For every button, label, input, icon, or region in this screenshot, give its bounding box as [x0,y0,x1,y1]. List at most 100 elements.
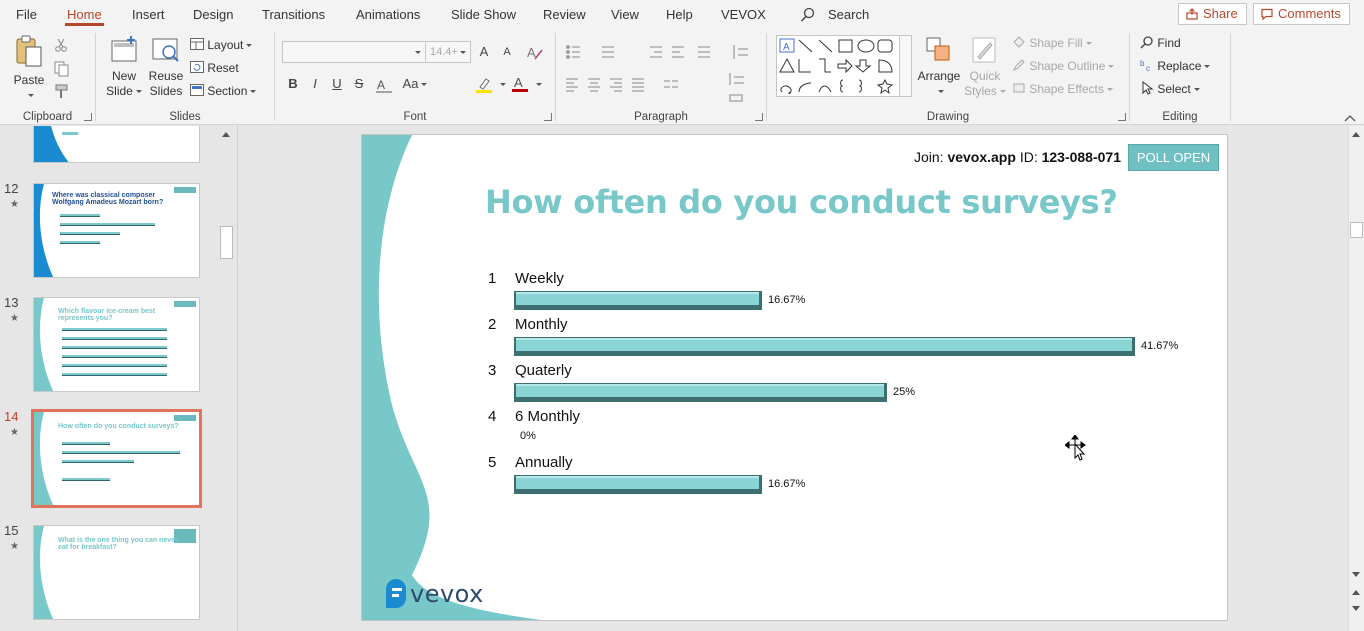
cut-icon[interactable] [54,38,68,52]
shape-effects-button[interactable]: Shape Effects [1012,79,1113,99]
slide-thumbnail-11[interactable] [33,126,200,163]
select-button[interactable]: Select [1140,79,1200,99]
paint-bucket-icon [1013,36,1025,48]
animation-star-icon: ★ [10,199,19,210]
slide-thumbnail-14[interactable]: How often do you conduct surveys? [31,409,202,508]
tab-slide-show[interactable]: Slide Show [449,0,518,29]
reset-label: Reset [207,61,239,75]
tab-review[interactable]: Review [541,0,588,29]
quick-styles-button[interactable]: Quick Styles [963,35,1007,99]
paragraph-launcher-icon[interactable] [755,113,763,121]
shapes-gallery-icon: A [779,38,894,95]
animation-star-icon: ★ [10,427,19,438]
reuse-slides-button[interactable]: Reuse Slides [146,35,186,99]
character-spacing-icon[interactable]: A [375,77,393,93]
scroll-up-icon[interactable] [1352,132,1360,137]
next-slide-icon[interactable] [1352,606,1360,611]
thumbnail-scrollbar[interactable] [219,126,234,631]
tab-animations[interactable]: Animations [354,0,422,29]
share-button[interactable]: Share [1178,3,1247,25]
tab-vevox[interactable]: VEVOX [719,0,768,29]
clear-formatting-icon[interactable]: A [526,44,544,60]
slides-group-label: Slides [169,111,201,123]
slide-title: How often do you conduct surveys? [485,183,1118,221]
change-case-button[interactable]: Aa [400,73,430,95]
paste-button[interactable]: Paste [8,35,50,103]
format-painter-icon[interactable] [54,84,70,100]
scroll-down-icon[interactable] [1352,572,1360,577]
replace-button[interactable]: bc Replace [1140,56,1211,76]
slide-thumbnail-12[interactable]: Where was classical composer Wolfgang Am… [33,183,200,278]
share-label: Share [1203,6,1238,21]
shrink-font-label: A [503,46,511,58]
shrink-font-button[interactable]: A [497,41,517,63]
scrollbar-thumb[interactable] [220,226,233,259]
chevron-down-icon[interactable] [500,83,506,86]
tab-view[interactable]: View [609,0,641,29]
find-button[interactable]: Find [1140,33,1181,53]
highlight-icon[interactable] [475,76,495,94]
tab-insert[interactable]: Insert [130,0,167,29]
chevron-down-icon [937,90,944,94]
shape-fill-button[interactable]: Shape Fill [1012,33,1092,53]
font-size-combo[interactable]: 14.4+ [425,41,471,63]
effects-icon [1013,83,1025,93]
shapes-gallery[interactable]: A [776,35,912,97]
clipboard-launcher-icon[interactable] [84,113,92,121]
svg-text:c: c [1146,64,1150,72]
paste-label: Paste [13,73,45,87]
gallery-scroll[interactable] [899,36,911,96]
join-id-label: ID: [1019,149,1038,165]
reset-button[interactable]: Reset [190,58,239,78]
tab-home[interactable]: Home [65,0,104,29]
chevron-down-icon[interactable] [536,83,542,86]
underline-button[interactable]: U [327,73,347,95]
font-color-icon[interactable]: A [511,75,529,93]
move-cursor-icon [1065,435,1086,461]
section-button[interactable]: Section [190,81,257,101]
chevron-down-icon [250,90,257,94]
result-percentage: 16.67% [768,478,806,490]
arrange-button[interactable]: Arrange [917,35,961,99]
paragraph-tools-icon[interactable] [564,43,764,103]
shape-outline-button[interactable]: Shape Outline [1012,56,1115,76]
tab-help[interactable]: Help [664,0,695,29]
collapse-ribbon-icon[interactable] [1344,114,1356,122]
font-family-combo[interactable] [282,41,426,63]
previous-slide-icon[interactable] [1352,590,1360,595]
drawing-launcher-icon[interactable] [1118,113,1126,121]
italic-button[interactable]: I [305,73,325,95]
option-number: 3 [488,362,497,379]
option-label: Annually [515,454,573,471]
option-label: Quaterly [515,362,572,379]
tab-file[interactable]: File [14,0,39,29]
scrollbar-thumb[interactable] [1350,222,1363,238]
tab-transitions[interactable]: Transitions [260,0,327,29]
section-icon [190,84,204,96]
editor-scrollbar[interactable] [1348,126,1364,631]
comments-label: Comments [1278,6,1341,21]
slide-thumbnail-15[interactable]: What is the one thing you can never eat … [33,525,200,620]
copy-icon[interactable] [54,61,70,77]
bold-button[interactable]: B [283,73,303,95]
scroll-up-icon[interactable] [222,132,230,137]
share-icon [1186,8,1198,20]
comments-button[interactable]: Comments [1253,3,1350,25]
new-slide-button[interactable]: New Slide [104,35,144,99]
option-label: Weekly [515,270,564,287]
result-percentage: 25% [893,386,916,398]
slides-group: New Slide Reuse Slides Layout Reset Sect… [96,29,274,125]
grow-font-button[interactable]: A [474,41,494,63]
layout-button[interactable]: Layout [190,35,253,55]
poll-status-badge: POLL OPEN [1128,144,1219,171]
quick-styles-label-1: Quick [969,69,1001,83]
slide-canvas[interactable]: Join: vevox.app ID: 123-088-071 POLL OPE… [361,134,1228,621]
font-launcher-icon[interactable] [544,113,552,121]
slide-thumbnail-13[interactable]: Which flavour ice-cream best represents … [33,297,200,392]
slide-number-13: 13 [4,295,19,310]
option-label: 6 Monthly [515,408,581,425]
tab-design[interactable]: Design [191,0,235,29]
clipboard-group-label: Clipboard [22,111,73,123]
strikethrough-button[interactable]: S [349,73,369,95]
slide-number-15: 15 [4,523,19,538]
